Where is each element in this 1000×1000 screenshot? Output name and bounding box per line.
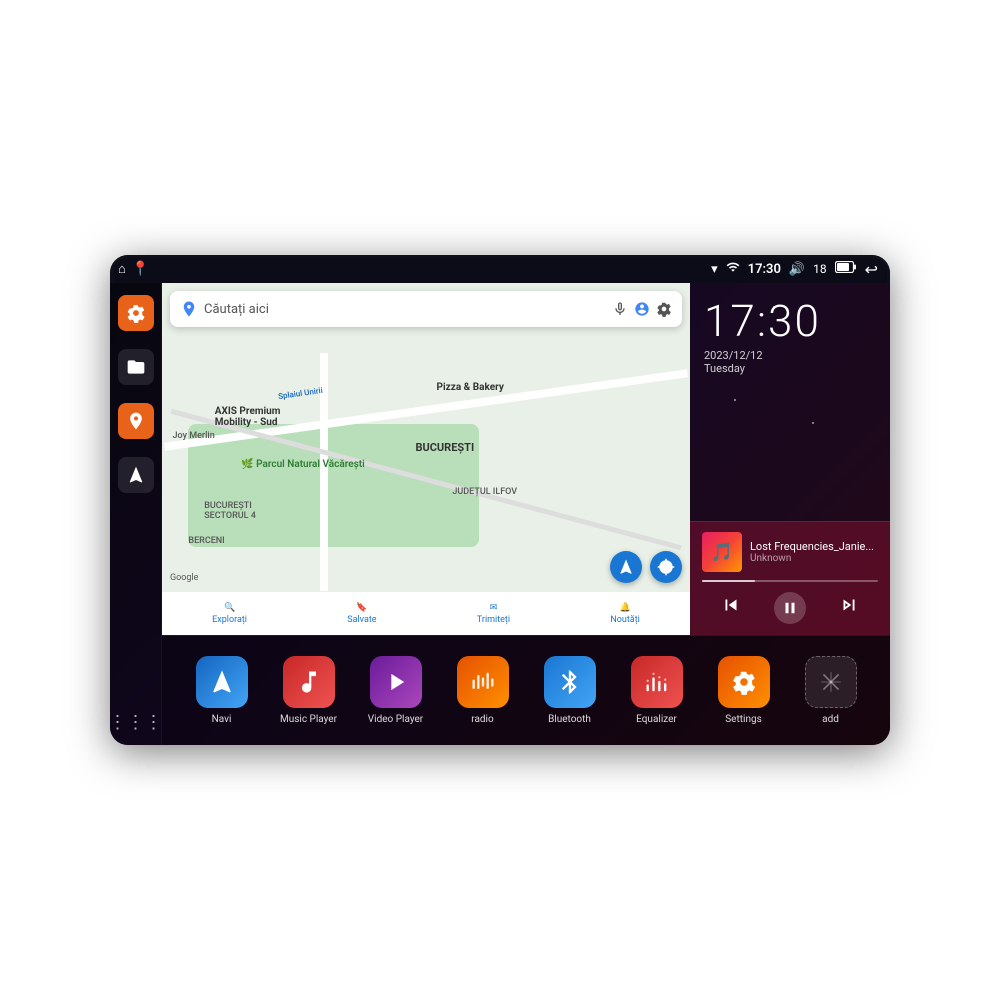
map-nav-explore[interactable]: 🔍 Explorați <box>212 603 247 625</box>
map-panel[interactable]: AXIS PremiumMobility - Sud Pizza & Baker… <box>162 283 690 635</box>
music-track-info: Lost Frequencies_Janie... Unknown <box>750 540 878 564</box>
add-label: add <box>822 714 839 725</box>
pause-button[interactable] <box>774 592 806 624</box>
mic-icon[interactable] <box>612 301 628 317</box>
signal-icon <box>726 260 740 278</box>
clock-widget: 17:30 2023/12/12 Tuesday <box>690 283 890 521</box>
wifi-icon: ▾ <box>711 262 718 277</box>
music-info: 🎵 Lost Frequencies_Janie... Unknown <box>702 532 878 572</box>
video-player-label: Video Player <box>368 714 423 725</box>
music-progress-bar <box>702 580 878 582</box>
right-panel: 17:30 2023/12/12 Tuesday 🎵 Lost Frequenc… <box>690 283 890 635</box>
map-nav-send[interactable]: ✉ Trimiteți <box>477 603 510 625</box>
map-label-park: 🌿 Parcul Natural Văcărești <box>241 459 365 470</box>
map-label-axis: AXIS PremiumMobility - Sud <box>215 406 281 428</box>
top-area: AXIS PremiumMobility - Sud Pizza & Baker… <box>162 283 890 635</box>
app-video-player[interactable]: Video Player <box>366 656 426 725</box>
app-equalizer[interactable]: Equalizer <box>627 656 687 725</box>
navi-icon <box>196 656 248 708</box>
map-shortcut-icon[interactable]: 📍 <box>132 261 149 277</box>
map-label-berceni: BERCENI <box>188 536 224 546</box>
radio-label: radio <box>471 714 493 725</box>
sidebar-maps-button[interactable] <box>118 403 154 439</box>
app-settings[interactable]: Settings <box>714 656 774 725</box>
map-background: AXIS PremiumMobility - Sud Pizza & Baker… <box>162 283 690 635</box>
map-locate-button[interactable] <box>650 551 682 583</box>
settings-label: Settings <box>725 714 762 725</box>
app-add[interactable]: add <box>801 656 861 725</box>
sidebar-settings-button[interactable] <box>118 295 154 331</box>
prev-button[interactable] <box>716 590 746 625</box>
music-player-label: Music Player <box>280 714 337 725</box>
music-artist: Unknown <box>750 553 878 564</box>
volume-icon: 🔊 <box>789 262 805 277</box>
battery-icon <box>835 261 857 277</box>
map-navigate-button[interactable] <box>610 551 642 583</box>
home-icon[interactable]: ⌂ <box>118 261 126 277</box>
radio-icon <box>457 656 509 708</box>
video-player-icon <box>370 656 422 708</box>
map-nav-saved[interactable]: 🔖 Salvate <box>347 603 376 625</box>
app-music-player[interactable]: Music Player <box>279 656 339 725</box>
google-branding: Google <box>170 573 198 583</box>
settings-map-icon[interactable] <box>656 301 672 317</box>
map-label-pizza: Pizza & Bakery <box>437 382 504 393</box>
status-bar: ⌂ 📍 ▾ 17:30 🔊 18 ↩ <box>110 255 890 283</box>
status-bar-left: ⌂ 📍 <box>118 261 149 277</box>
content-area: AXIS PremiumMobility - Sud Pizza & Baker… <box>162 283 890 745</box>
app-grid: Navi Music Player Video Player <box>162 635 890 745</box>
car-head-unit: ⌂ 📍 ▾ 17:30 🔊 18 ↩ <box>110 255 890 745</box>
navi-label: Navi <box>212 714 232 725</box>
equalizer-label: Equalizer <box>636 714 677 725</box>
main-screen: ⋮⋮⋮ A <box>110 283 890 745</box>
app-navi[interactable]: Navi <box>192 656 252 725</box>
map-label-sector4: BUCUREȘTISECTORUL 4 <box>204 501 256 521</box>
music-title: Lost Frequencies_Janie... <box>750 540 878 553</box>
music-player-icon <box>283 656 335 708</box>
map-label-bucuresti: BUCUREȘTI <box>415 441 474 454</box>
map-nav-news[interactable]: 🔔 Noutăți <box>610 603 640 625</box>
music-widget: 🎵 Lost Frequencies_Janie... Unknown <box>690 521 890 635</box>
map-bottom-nav: 🔍 Explorați 🔖 Salvate ✉ Trimiteți 🔔 <box>162 591 690 635</box>
album-art: 🎵 <box>702 532 742 572</box>
map-label-joymerlin: Joy Merlin <box>173 431 215 441</box>
map-search-input[interactable]: Căutați aici <box>204 302 606 317</box>
clock-time: 17:30 <box>704 295 876 347</box>
clock-date: 2023/12/12 Tuesday <box>704 349 876 375</box>
status-time: 17:30 <box>748 262 781 277</box>
back-icon[interactable]: ↩ <box>865 260 878 279</box>
app-radio[interactable]: radio <box>453 656 513 725</box>
account-icon[interactable] <box>634 301 650 317</box>
bluetooth-label: Bluetooth <box>548 714 591 725</box>
next-button[interactable] <box>834 590 864 625</box>
add-icon <box>805 656 857 708</box>
map-search-bar[interactable]: Căutați aici <box>170 291 682 327</box>
battery-level: 18 <box>813 262 827 276</box>
bluetooth-icon <box>544 656 596 708</box>
sidebar: ⋮⋮⋮ <box>110 283 162 745</box>
map-label-ilfov: JUDEȚUL ILFOV <box>452 487 517 497</box>
app-bluetooth[interactable]: Bluetooth <box>540 656 600 725</box>
music-controls <box>702 590 878 625</box>
sidebar-files-button[interactable] <box>118 349 154 385</box>
sidebar-apps-button[interactable]: ⋮⋮⋮ <box>110 712 163 733</box>
sidebar-navigate-button[interactable] <box>118 457 154 493</box>
settings-icon <box>718 656 770 708</box>
equalizer-icon <box>631 656 683 708</box>
